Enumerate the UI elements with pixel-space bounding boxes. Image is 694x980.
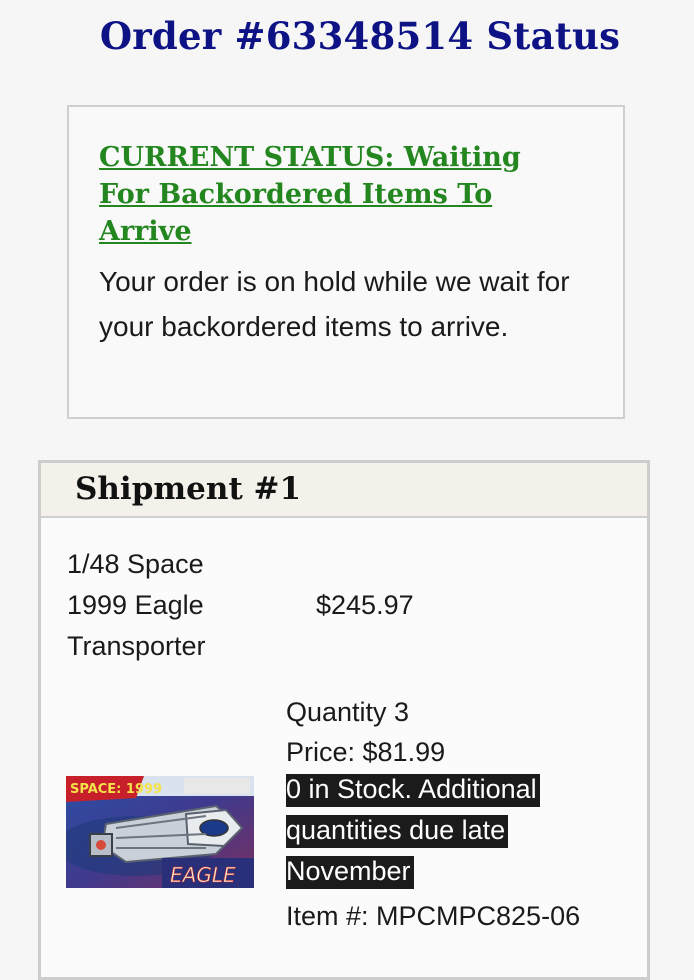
box-art-title: EAGLE [170, 863, 236, 887]
product-image[interactable]: SPACE: 1999 EAGLE [56, 776, 254, 888]
order-status-box: CURRENT STATUS: Waiting For Backordered … [67, 105, 625, 419]
box-art-logo: SPACE: 1999 [70, 782, 162, 797]
shipment-panel: Shipment #1 1/48 Space 1999 Eagle Transp… [38, 460, 650, 980]
shipment-header: Shipment #1 [41, 463, 647, 518]
eagle-model-box-art: SPACE: 1999 EAGLE [56, 776, 254, 888]
item-number: Item #: MPCMPC825-06 [286, 901, 581, 931]
current-status-link[interactable]: CURRENT STATUS: Waiting For Backordered … [99, 139, 569, 250]
item-unit-price: Price: $81.99 [286, 737, 446, 767]
stock-availability-note: 0 in Stock. Additional quantities due la… [286, 769, 586, 892]
stock-availability-text: 0 in Stock. Additional quantities due la… [286, 774, 540, 889]
item-total-price: $245.97 [316, 590, 414, 620]
status-description: Your order is on hold while we wait for … [99, 266, 570, 342]
item-quantity: Quantity 3 [286, 697, 410, 727]
item-name[interactable]: 1/48 Space 1999 Eagle Transporter [67, 544, 267, 667]
shipment-title: Shipment #1 [75, 471, 302, 507]
page-title: Order #63348514 Status [99, 14, 621, 58]
